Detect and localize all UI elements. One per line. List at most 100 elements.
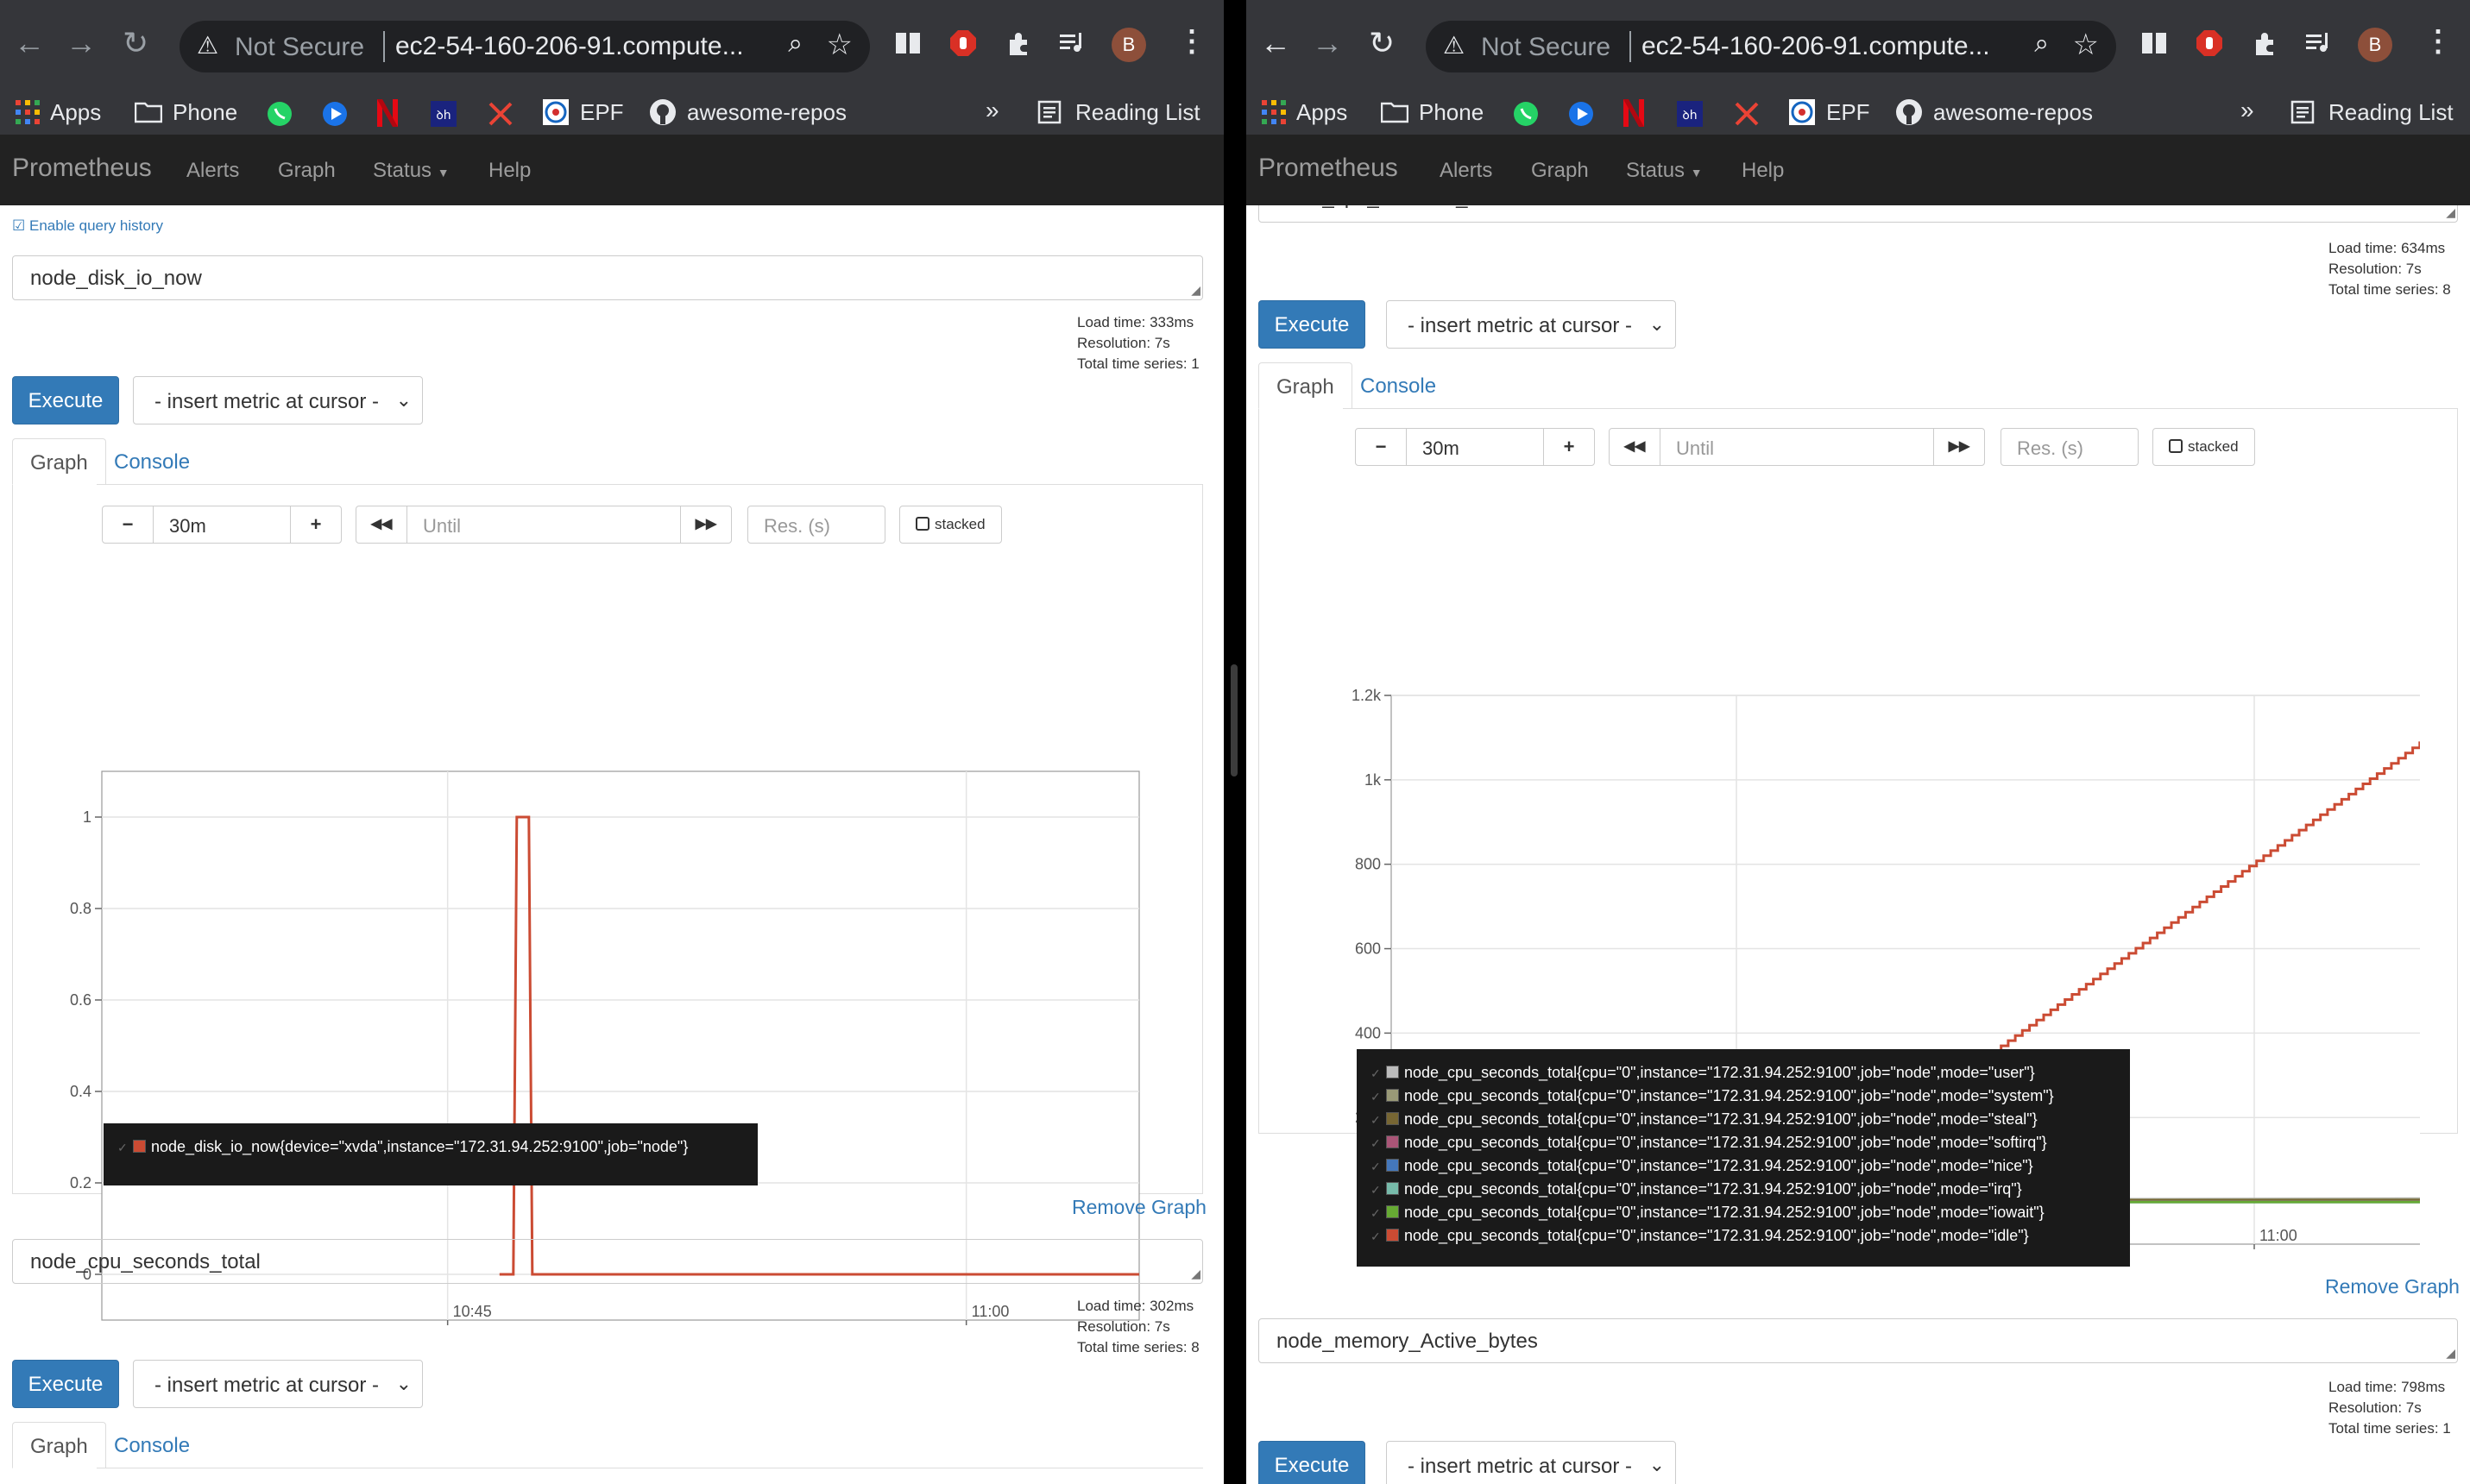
fast-forward-icon[interactable]: ▶▶ xyxy=(680,506,732,544)
forward-icon[interactable]: → xyxy=(66,26,97,60)
url-text[interactable]: ec2-54-160-206-91.compute... xyxy=(395,32,744,61)
browser-menu-icon[interactable]: ⋮ xyxy=(2423,24,2453,59)
expression-input[interactable]: node_cpu_seconds_total ◢ xyxy=(12,1239,1203,1284)
media-control-icon[interactable] xyxy=(2304,29,2332,57)
tab-graph[interactable]: Graph xyxy=(12,438,106,485)
bookmark-epf[interactable]: EPF xyxy=(1788,93,1870,131)
browser-menu-icon[interactable]: ⋮ xyxy=(1177,24,1207,59)
bookmarks-overflow-icon[interactable]: » xyxy=(2240,97,2254,124)
resize-handle-icon[interactable]: ◢ xyxy=(1191,283,1200,298)
tab-graph[interactable]: Graph xyxy=(12,1422,106,1468)
profile-avatar[interactable]: B xyxy=(2358,28,2392,62)
bookmark-star-icon[interactable]: ☆ xyxy=(2073,28,2099,62)
bookmark-awesome-repos[interactable]: awesome-repos xyxy=(649,93,847,131)
reading-list-button[interactable]: Reading List xyxy=(1037,93,1200,131)
bookmark-phone[interactable]: Phone xyxy=(1381,93,1484,131)
extensions-icon[interactable] xyxy=(2251,29,2278,57)
media-control-icon[interactable] xyxy=(1058,29,1086,57)
profile-avatar[interactable]: B xyxy=(1112,28,1146,62)
adblock-icon[interactable] xyxy=(949,29,977,57)
reload-icon[interactable]: ↻ xyxy=(123,26,148,60)
bookmarks-overflow-icon[interactable]: » xyxy=(986,97,999,124)
insert-metric-select[interactable]: - insert metric at cursor - ⌄ xyxy=(133,376,423,424)
range-input[interactable]: 30m xyxy=(1406,428,1544,466)
resolution-input[interactable]: Res. (s) xyxy=(747,506,885,544)
adblock-icon[interactable] xyxy=(2196,29,2223,57)
nav-status[interactable]: Status ▼ xyxy=(1626,159,1703,183)
execute-button[interactable]: Execute xyxy=(1258,1441,1365,1484)
remove-graph-link[interactable]: Remove Graph xyxy=(2325,1275,2460,1298)
prometheus-brand[interactable]: Prometheus xyxy=(1258,154,1398,183)
split-divider[interactable] xyxy=(1224,0,1246,1484)
stacked-toggle[interactable]: stacked xyxy=(899,506,1002,544)
bookmark-site-icon[interactable]: ꝺh xyxy=(1676,100,1704,128)
insert-metric-select[interactable]: - insert metric at cursor - ⌄ xyxy=(133,1360,423,1408)
address-bar[interactable]: ⚠ Not Secure ec2-54-160-206-91.compute..… xyxy=(180,21,870,72)
range-increase-button[interactable]: + xyxy=(1543,428,1595,466)
remove-graph-link[interactable]: Remove Graph xyxy=(1072,1196,1207,1219)
expression-input[interactable]: node_memory_Active_bytes ◢ xyxy=(1258,1318,2458,1363)
range-increase-button[interactable]: + xyxy=(290,506,342,544)
zoom-icon[interactable]: ⌕ xyxy=(788,29,803,59)
legend-item[interactable]: ✓ node_cpu_seconds_total{cpu="0",instance… xyxy=(1370,1131,2116,1154)
rewind-icon[interactable]: ◀◀ xyxy=(1609,428,1660,466)
until-input[interactable]: Until xyxy=(1660,428,1934,466)
range-decrease-button[interactable]: − xyxy=(1355,428,1407,466)
legend-item[interactable]: ✓ node_cpu_seconds_total{cpu="0",instance… xyxy=(1370,1108,2116,1131)
legend-item[interactable]: ✓ node_cpu_seconds_total{cpu="0",instance… xyxy=(1370,1154,2116,1178)
bookmark-epf[interactable]: EPF xyxy=(542,93,624,131)
nav-help[interactable]: Help xyxy=(1742,159,1784,183)
reader-mode-icon[interactable] xyxy=(894,29,922,57)
reader-mode-icon[interactable] xyxy=(2140,29,2168,57)
insert-metric-select[interactable]: - insert metric at cursor - ⌄ xyxy=(1386,300,1676,349)
extensions-icon[interactable] xyxy=(1005,29,1032,57)
legend-item[interactable]: ✓ node_cpu_seconds_total{cpu="0",instance… xyxy=(1370,1201,2116,1224)
zoom-icon[interactable]: ⌕ xyxy=(2034,29,2049,59)
bookmark-apps[interactable]: Apps xyxy=(16,93,101,131)
reading-list-button[interactable]: Reading List xyxy=(2290,93,2454,131)
nav-alerts[interactable]: Alerts xyxy=(186,159,239,183)
expression-input[interactable]: node_cpu_seconds_total ◢ xyxy=(1258,205,2458,223)
resolution-input[interactable]: Res. (s) xyxy=(2001,428,2139,466)
legend-item[interactable]: ✓ node_cpu_seconds_total{cpu="0",instance… xyxy=(1370,1224,2116,1248)
whatsapp-icon[interactable] xyxy=(266,100,293,128)
stacked-toggle[interactable]: stacked xyxy=(2152,428,2255,466)
back-icon[interactable]: ← xyxy=(1260,26,1291,60)
resize-handle-icon[interactable]: ◢ xyxy=(2446,205,2455,220)
legend-item[interactable]: ✓ node_cpu_seconds_total{cpu="0",instance… xyxy=(1370,1178,2116,1201)
forward-icon[interactable]: → xyxy=(1312,26,1343,60)
prometheus-brand[interactable]: Prometheus xyxy=(12,154,152,183)
address-bar[interactable]: ⚠ Not Secure ec2-54-160-206-91.compute..… xyxy=(1426,21,2116,72)
nav-graph[interactable]: Graph xyxy=(278,159,336,183)
execute-button[interactable]: Execute xyxy=(12,1360,119,1408)
range-input[interactable]: 30m xyxy=(153,506,291,544)
enable-query-history[interactable]: ☑ Enable query history xyxy=(12,217,163,235)
tab-graph[interactable]: Graph xyxy=(1258,362,1352,409)
bookmark-phone[interactable]: Phone xyxy=(135,93,237,131)
legend-item[interactable]: ✓ node_disk_io_now{device="xvda",instance… xyxy=(117,1135,744,1159)
media-player-icon[interactable] xyxy=(1567,100,1595,128)
nav-help[interactable]: Help xyxy=(488,159,531,183)
expression-input[interactable]: node_disk_io_now ◢ xyxy=(12,255,1203,300)
tab-console[interactable]: Console xyxy=(97,1422,207,1468)
nav-status[interactable]: Status ▼ xyxy=(373,159,450,183)
url-text[interactable]: ec2-54-160-206-91.compute... xyxy=(1641,32,1990,61)
reload-icon[interactable]: ↻ xyxy=(1369,26,1395,60)
rewind-icon[interactable]: ◀◀ xyxy=(356,506,407,544)
legend-item[interactable]: ✓ node_cpu_seconds_total{cpu="0",instance… xyxy=(1370,1061,2116,1085)
legend-item[interactable]: ✓ node_cpu_seconds_total{cpu="0",instance… xyxy=(1370,1085,2116,1108)
cross-tools-icon[interactable] xyxy=(1733,100,1761,128)
fast-forward-icon[interactable]: ▶▶ xyxy=(1933,428,1985,466)
range-decrease-button[interactable]: − xyxy=(102,506,154,544)
execute-button[interactable]: Execute xyxy=(12,376,119,424)
bookmark-apps[interactable]: Apps xyxy=(1262,93,1347,131)
media-player-icon[interactable] xyxy=(321,100,349,128)
cross-tools-icon[interactable] xyxy=(487,100,514,128)
insert-metric-select[interactable]: - insert metric at cursor - ⌄ xyxy=(1386,1441,1676,1484)
nav-graph[interactable]: Graph xyxy=(1531,159,1589,183)
back-icon[interactable]: ← xyxy=(14,26,45,60)
nav-alerts[interactable]: Alerts xyxy=(1440,159,1492,183)
bookmark-star-icon[interactable]: ☆ xyxy=(827,28,853,62)
bookmark-site-icon[interactable]: ꝺh xyxy=(430,100,457,128)
netflix-icon[interactable] xyxy=(1623,98,1645,128)
